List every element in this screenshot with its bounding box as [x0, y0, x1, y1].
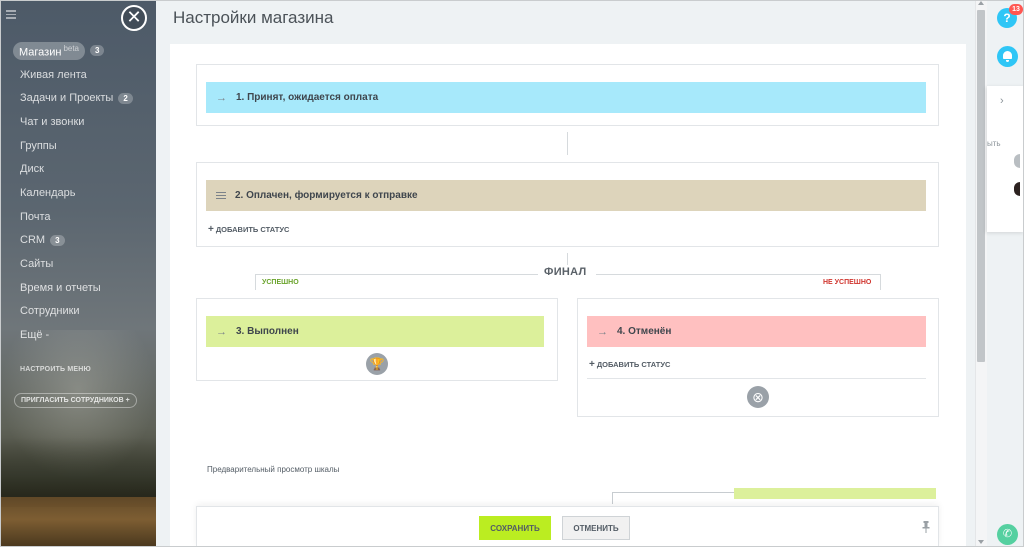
sidebar-item-label: Диск [20, 163, 44, 176]
sidebar-item-tasks[interactable]: Задачи и Проекты 2 [13, 86, 153, 110]
add-status-label: ДОБАВИТЬ СТАТУС [596, 360, 671, 369]
bracket-left [255, 274, 256, 290]
count-badge: 3 [90, 45, 105, 57]
bell-icon[interactable] [997, 46, 1018, 67]
scroll-down-arrow-icon[interactable] [978, 540, 984, 544]
phone-icon[interactable]: ✆ [997, 524, 1018, 545]
notification-count-badge: 13 [1009, 4, 1023, 15]
status-row-2[interactable]: 2. Оплачен, формируется к отправке [206, 180, 926, 211]
connector-line [567, 253, 568, 265]
scroll-up-arrow-icon[interactable] [978, 1, 984, 5]
status-row-4[interactable]: → 4. Отменён [587, 316, 926, 347]
arrow-icon: → [597, 325, 608, 338]
status-label: 2. Оплачен, формируется к отправке [235, 190, 418, 201]
sidebar-item-crm[interactable]: CRM 3 [13, 229, 153, 253]
pin-icon[interactable] [922, 521, 930, 533]
sidebar-item-more[interactable]: Ещё - [13, 323, 153, 347]
right-panel [987, 0, 1024, 547]
sidebar-item-time[interactable]: Время и отчеты [13, 276, 153, 300]
count-badge: 2 [118, 92, 133, 104]
avatar[interactable] [1014, 154, 1020, 168]
sidebar-item-label: Чат и звонки [20, 115, 85, 128]
divider [587, 378, 926, 379]
sidebar-menu: Магазин beta 3 Живая лента Задачи и Проек… [13, 39, 153, 347]
sidebar-item-label: Живая лента [20, 68, 87, 81]
invite-label: ПРИГЛАСИТЬ СОТРУДНИКОВ [21, 397, 124, 404]
sidebar-item-label: Ещё - [20, 329, 50, 342]
sidebar-item-chat[interactable]: Чат и звонки [13, 110, 153, 134]
chevron-right-icon[interactable]: › [1000, 95, 1004, 107]
count-badge: 3 [50, 234, 65, 246]
sidebar-item-groups[interactable]: Группы [13, 134, 153, 158]
sidebar-item-calendar[interactable]: Календарь [13, 181, 153, 205]
plus-icon: + [125, 397, 130, 404]
sidebar-item-mail[interactable]: Почта [13, 205, 153, 229]
failure-label: НЕ УСПЕШНО [823, 279, 872, 286]
final-label: ФИНАЛ [544, 266, 587, 278]
sidebar-item-label: Почта [20, 210, 51, 223]
final-line-left [255, 274, 538, 275]
status-label: 3. Выполнен [236, 326, 299, 337]
sidebar-item-label: Группы [20, 139, 57, 152]
preview-bar [734, 488, 936, 499]
status-row-1[interactable]: → 1. Принят, ожидается оплата [206, 82, 926, 113]
status-row-3[interactable]: → 3. Выполнен [206, 316, 544, 347]
invite-employees-button[interactable]: ПРИГЛАСИТЬ СОТРУДНИКОВ + [14, 393, 137, 408]
arrow-icon: → [216, 91, 227, 104]
drag-handle-icon[interactable] [216, 192, 226, 199]
add-status-button[interactable]: + ДОБАВИТЬ СТАТУС [208, 224, 289, 235]
sidebar-item-label: CRM [20, 234, 46, 247]
page-title: Настройки магазина [173, 8, 334, 27]
save-button[interactable]: СОХРАНИТЬ [479, 516, 551, 540]
trophy-icon: 🏆 [366, 353, 388, 375]
sidebar-item-label: Задачи и Проекты [20, 92, 114, 105]
sidebar-item-employees[interactable]: Сотрудники [13, 300, 153, 324]
success-label: УСПЕШНО [262, 279, 299, 286]
final-line-right [596, 274, 881, 275]
cancel-button[interactable]: ОТМЕНИТЬ [562, 516, 630, 540]
status-label: 4. Отменён [617, 326, 672, 337]
sidebar-item-live-feed[interactable]: Живая лента [13, 63, 153, 87]
sidebar-item-label: Календарь [20, 186, 76, 199]
beta-label: beta [63, 43, 80, 53]
preview-label: Предварительный просмотр шкалы [207, 465, 340, 474]
add-status-label: ДОБАВИТЬ СТАТУС [215, 225, 290, 234]
sidebar-item-label: Сайты [20, 258, 54, 271]
background-field [0, 497, 156, 547]
plus-icon: + [208, 224, 214, 235]
plus-icon: + [589, 359, 595, 370]
status-label: 1. Принят, ожидается оплата [236, 92, 379, 103]
cancel-circle-icon: ⊗ [747, 386, 769, 408]
add-status-button[interactable]: + ДОБАВИТЬ СТАТУС [589, 359, 670, 370]
hamburger-icon[interactable] [6, 10, 16, 19]
sidebar-item-disk[interactable]: Диск [13, 157, 153, 181]
bracket-right [880, 274, 881, 290]
connector-line [567, 132, 568, 155]
sidebar-item-label: Магазин [19, 46, 62, 59]
sidebar-item-label: Время и отчеты [20, 281, 101, 294]
sidebar-item-sites[interactable]: Сайты [13, 252, 153, 276]
sidebar-item-label: Сотрудники [20, 305, 80, 318]
close-icon[interactable]: ✕ [121, 5, 147, 31]
left-sidebar: ✕ Магазин beta 3 Живая лента Задачи и Про… [0, 0, 156, 547]
popup-text: ыть [987, 139, 1001, 148]
arrow-icon: → [216, 325, 227, 338]
scrollbar-thumb[interactable] [977, 10, 985, 362]
avatar[interactable] [1014, 182, 1020, 196]
preview-connector [612, 492, 734, 504]
setup-menu-link[interactable]: НАСТРОИТЬ МЕНЮ [20, 366, 91, 373]
sidebar-item-shop[interactable]: Магазин beta 3 [13, 39, 153, 63]
